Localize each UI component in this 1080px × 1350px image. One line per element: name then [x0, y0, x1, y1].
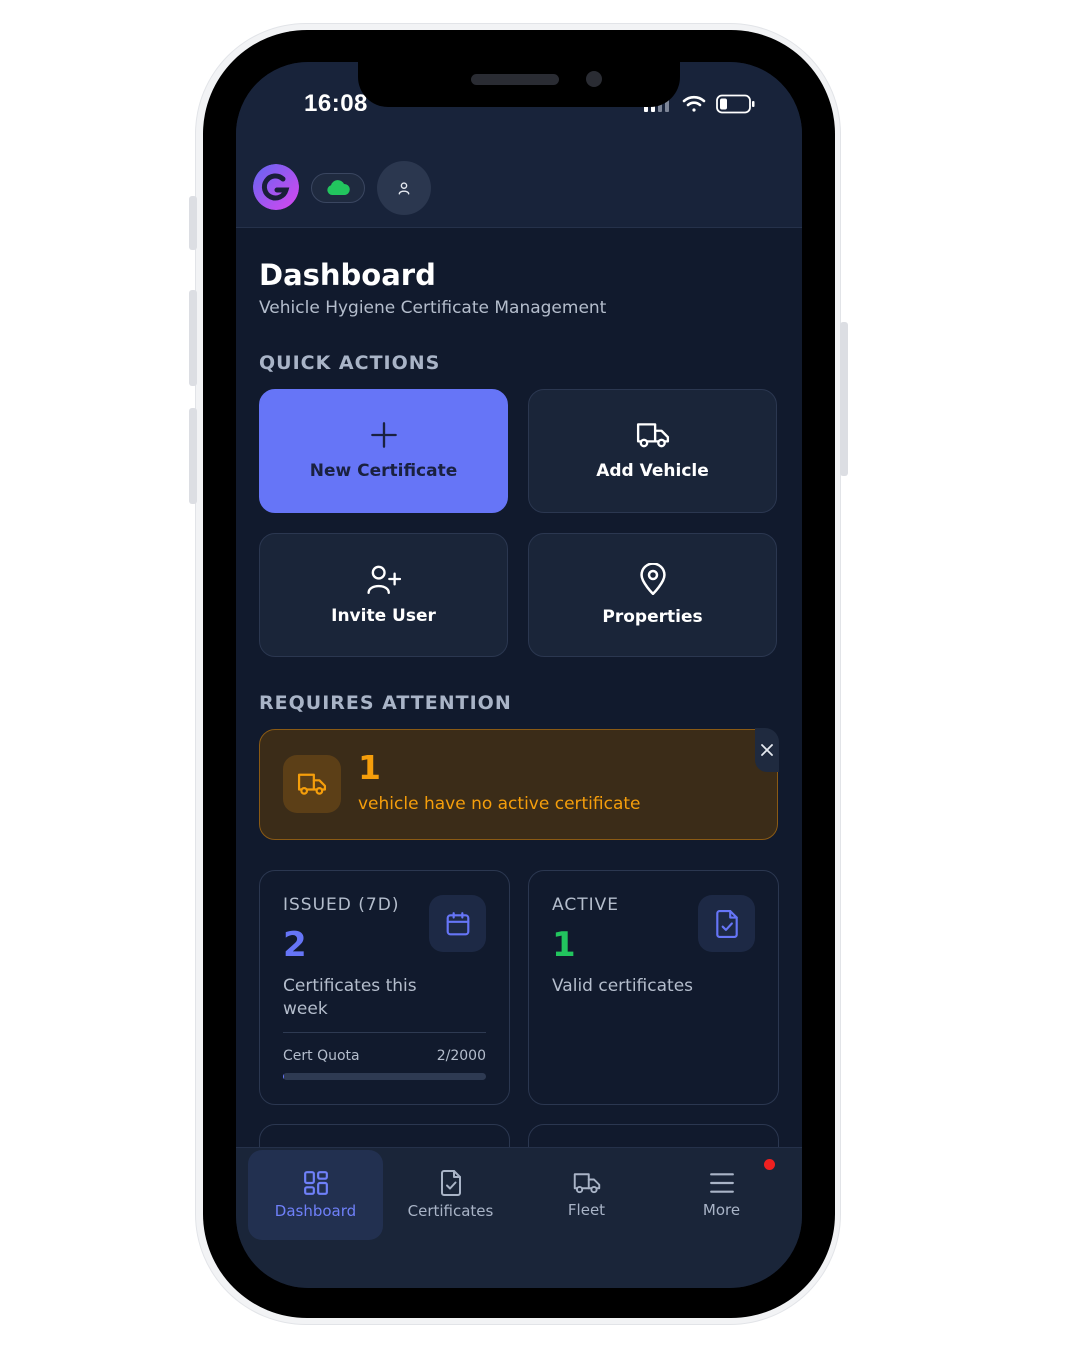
- front-camera: [586, 71, 602, 87]
- issued-icon-box: [429, 895, 486, 952]
- add-vehicle-label: Add Vehicle: [596, 461, 709, 481]
- close-icon: [761, 744, 773, 756]
- calendar-icon: [446, 911, 469, 935]
- properties-label: Properties: [602, 607, 703, 627]
- truck-icon: [573, 1173, 600, 1194]
- profile-button[interactable]: [377, 161, 431, 215]
- notification-dot: [764, 1159, 775, 1170]
- nav-dashboard-label: Dashboard: [274, 1202, 357, 1220]
- page-title: Dashboard: [259, 258, 436, 292]
- truck-icon: [636, 423, 669, 448]
- dismiss-alert-button[interactable]: [755, 728, 779, 772]
- active-value: 1: [552, 925, 576, 965]
- speaker: [471, 74, 559, 85]
- volume-down-button: [189, 408, 197, 504]
- active-description: Valid certificates: [552, 976, 694, 996]
- dashboard-grid-icon: [303, 1171, 328, 1195]
- map-pin-icon: [639, 563, 666, 595]
- stat-divider: [283, 1032, 486, 1033]
- truck-icon: [297, 773, 327, 795]
- power-button: [840, 322, 848, 476]
- page-subtitle: Vehicle Hygiene Certificate Management: [259, 298, 607, 318]
- menu-icon: [709, 1173, 734, 1193]
- bottom-nav: Dashboard Certificates Fleet More: [236, 1147, 802, 1288]
- alert-text: vehicle have no active certificate: [358, 794, 641, 814]
- alert-count: 1: [358, 748, 381, 787]
- plus-icon: [370, 422, 397, 448]
- notch: [358, 62, 680, 107]
- status-time: 16:08: [304, 90, 368, 117]
- issued-value: 2: [283, 925, 307, 965]
- active-label: ACTIVE: [552, 895, 619, 915]
- requires-attention-heading: REQUIRES ATTENTION: [259, 692, 512, 714]
- invite-user-label: Invite User: [331, 606, 436, 626]
- nav-certificates-label: Certificates: [407, 1202, 494, 1220]
- add-vehicle-button[interactable]: Add Vehicle: [528, 389, 777, 513]
- file-check-icon: [715, 909, 738, 938]
- battery-icon: [716, 94, 755, 114]
- quota-label: Cert Quota: [283, 1048, 360, 1064]
- active-stat-card[interactable]: ACTIVE 1 Valid certificates: [528, 870, 779, 1105]
- mute-switch: [189, 196, 197, 250]
- volume-up-button: [189, 290, 197, 386]
- file-check-icon: [440, 1170, 461, 1196]
- issued-description: Certificates this week: [283, 976, 417, 1019]
- properties-button[interactable]: Properties: [528, 533, 777, 657]
- alert-icon-box: [283, 755, 341, 813]
- quick-actions-heading: QUICK ACTIONS: [259, 352, 441, 374]
- invite-user-button[interactable]: Invite User: [259, 533, 508, 657]
- quota-progress-bar: [283, 1073, 486, 1080]
- nav-fleet[interactable]: Fleet: [519, 1150, 654, 1240]
- app-logo[interactable]: [253, 164, 299, 210]
- new-certificate-button[interactable]: New Certificate: [259, 389, 508, 513]
- nav-dashboard[interactable]: Dashboard: [248, 1150, 383, 1240]
- user-plus-icon: [366, 565, 401, 594]
- quota-value: 2/2000: [436, 1048, 486, 1064]
- active-icon-box: [698, 895, 755, 952]
- phone-screen: 16:08 Dashboard Vehicle Hygiene Certific…: [236, 62, 802, 1288]
- issued-stat-card[interactable]: ISSUED (7D) 2 Certificates this week Cer…: [259, 870, 510, 1105]
- issued-label: ISSUED (7D): [283, 895, 400, 915]
- cloud-sync-status[interactable]: [311, 173, 365, 203]
- cloud-icon: [327, 180, 350, 195]
- user-icon: [398, 182, 410, 195]
- no-active-certificate-alert[interactable]: 1 vehicle have no active certificate: [259, 728, 779, 840]
- nav-fleet-label: Fleet: [567, 1201, 606, 1219]
- nav-more-label: More: [702, 1201, 741, 1219]
- wifi-icon: [682, 95, 706, 112]
- new-certificate-label: New Certificate: [309, 461, 458, 481]
- nav-certificates[interactable]: Certificates: [383, 1150, 518, 1240]
